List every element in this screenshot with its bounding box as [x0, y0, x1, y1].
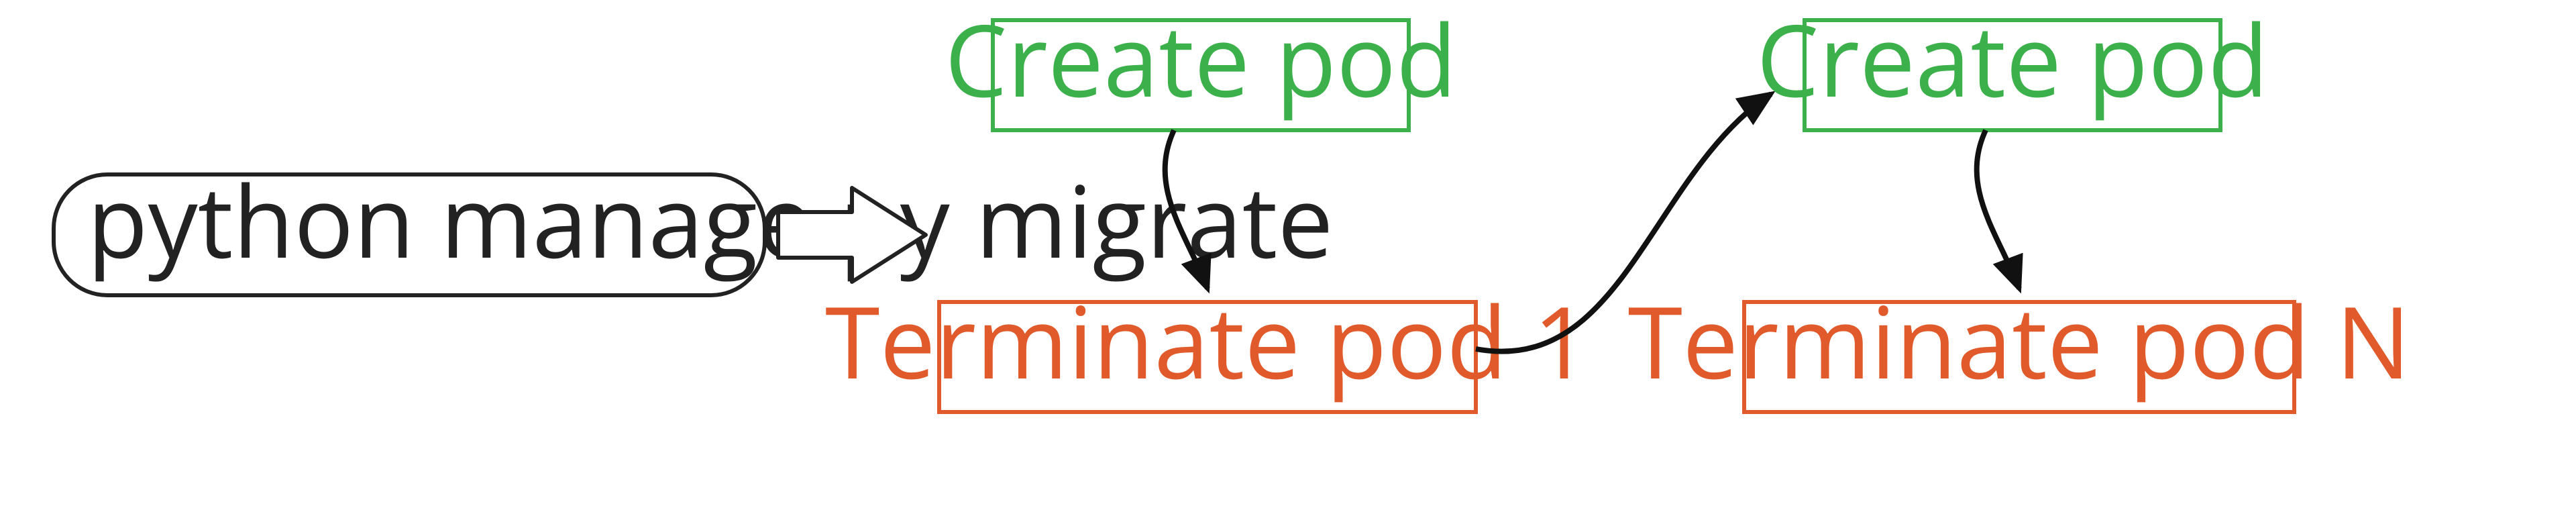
terminate-pod-n-label: Terminate pod N: [1628, 273, 2411, 408]
create-pod-n-box: Create pod: [1756, 0, 2269, 130]
arrow-icon: [1977, 130, 2019, 289]
create-pod-1-box: Create pod: [945, 0, 1457, 130]
command-label: python manage.py migrate: [87, 152, 1334, 287]
create-pod-n-label: Create pod: [1756, 0, 2269, 126]
terminate-pod-1-label: Terminate pod 1: [825, 273, 1590, 408]
diagram-canvas: python manage.py migrate Create pod Term…: [0, 0, 2576, 510]
terminate-pod-1-box: Terminate pod 1: [825, 273, 1590, 412]
create-pod-1-label: Create pod: [945, 0, 1457, 126]
terminate-pod-n-box: Terminate pod N: [1628, 273, 2411, 412]
